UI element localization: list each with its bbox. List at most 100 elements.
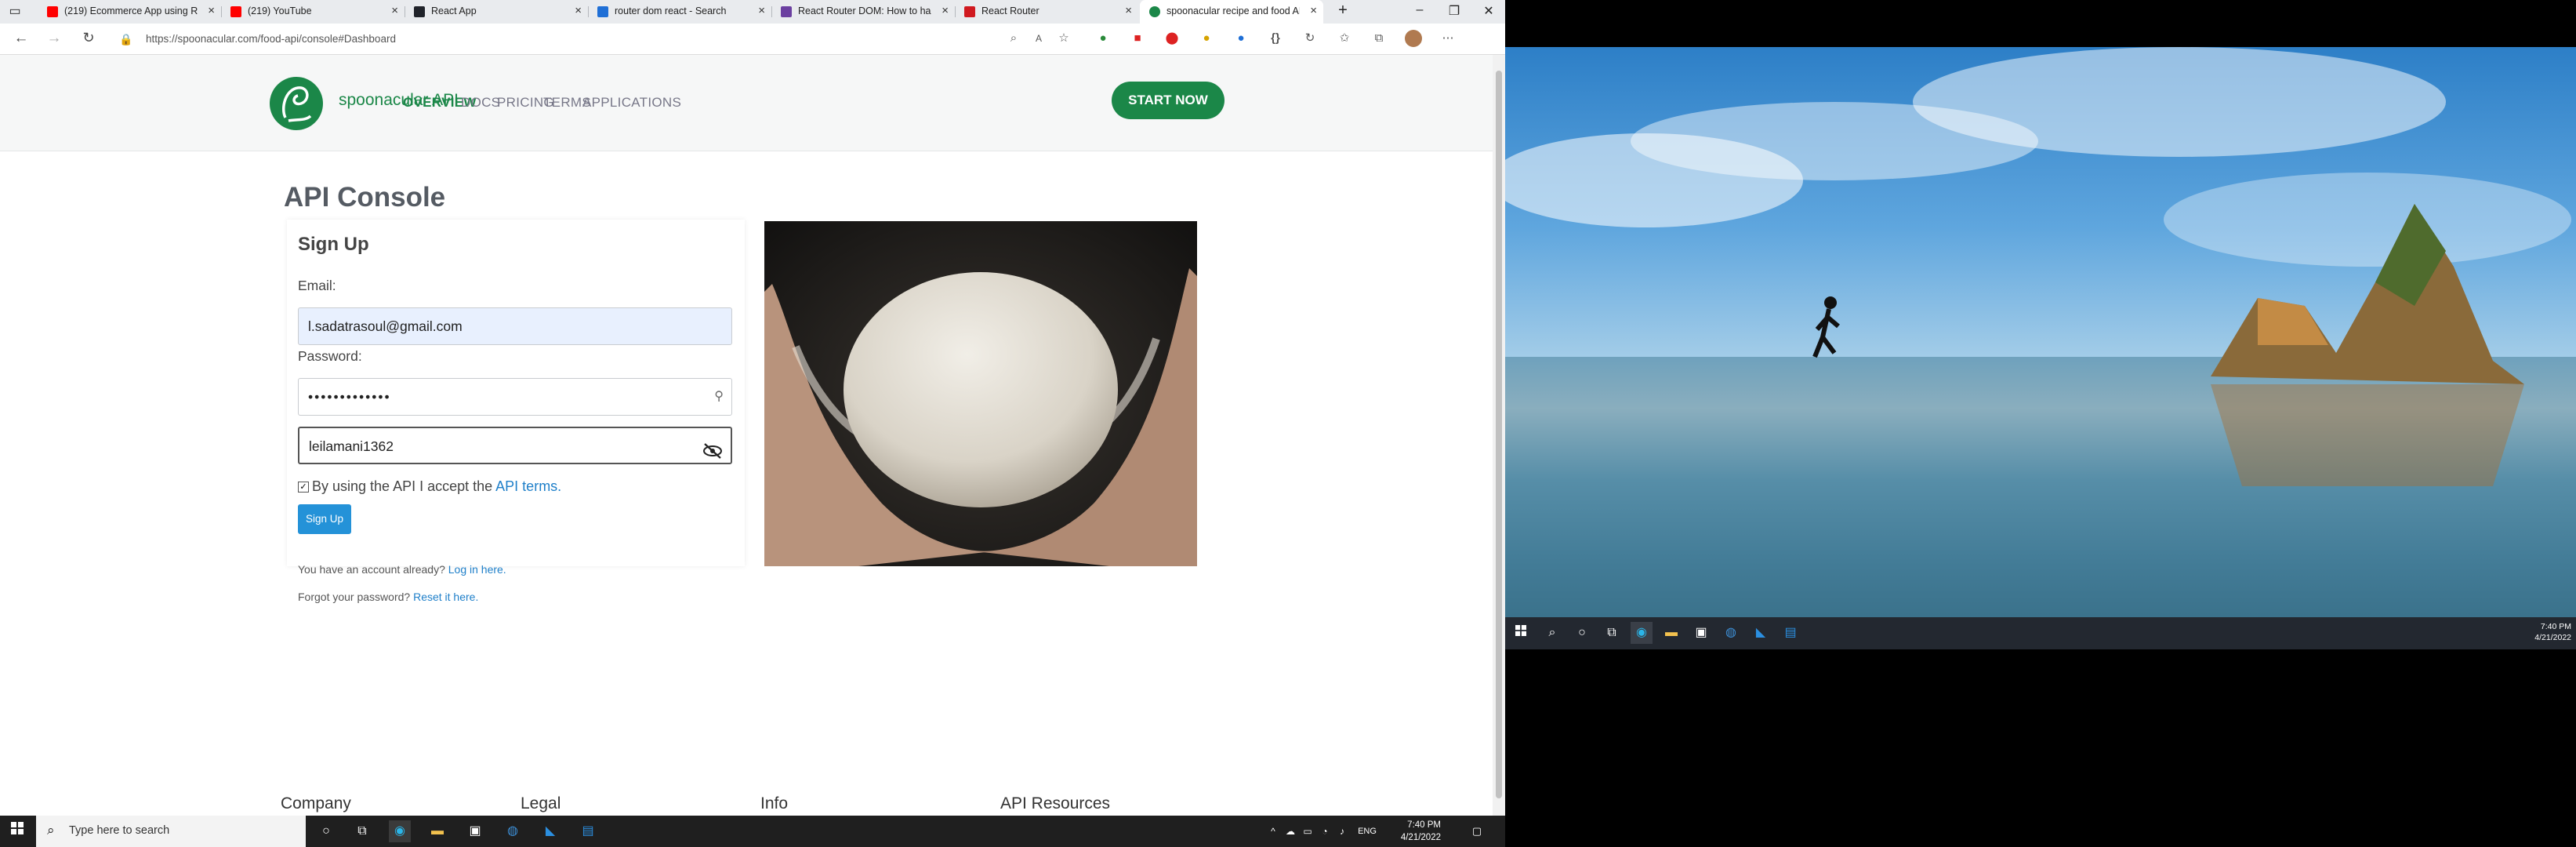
vscode-icon[interactable]: ◣ — [539, 820, 561, 842]
task-view-icon[interactable]: ⧉ — [351, 820, 373, 842]
tab-router-dom[interactable]: React Router DOM: How to han × — [771, 0, 955, 24]
language-indicator[interactable]: ENG — [1353, 820, 1381, 842]
tab-title: (219) Ecommerce App using Rea — [64, 5, 198, 16]
favorite-add-icon[interactable]: ☆ — [1055, 30, 1072, 47]
back-icon[interactable]: ← — [11, 30, 31, 47]
store-icon[interactable]: ▣ — [1690, 622, 1712, 644]
login-prompt: You have an account already? Log in here… — [298, 563, 506, 576]
address-bar[interactable]: https://spoonacular.com/food-api/console… — [146, 33, 396, 45]
cortana-icon[interactable]: ○ — [1571, 622, 1593, 644]
page-scrollbar[interactable] — [1493, 55, 1505, 816]
login-link[interactable]: Log in here. — [448, 563, 506, 576]
notification-icon[interactable]: ▢ — [1466, 820, 1488, 842]
clock-date: 4/21/2022 — [2534, 633, 2571, 642]
tab-title: React App — [431, 5, 477, 16]
tab-bing-search[interactable]: router dom react - Search × — [588, 0, 771, 24]
close-icon[interactable]: × — [575, 4, 582, 17]
beach-scene — [1505, 47, 2576, 617]
extension-icon[interactable]: ● — [1094, 30, 1112, 47]
react-icon — [414, 6, 425, 17]
tab-react-app[interactable]: React App × — [405, 0, 588, 24]
tab-youtube[interactable]: (219) YouTube × — [221, 0, 405, 24]
task-view-icon[interactable]: ⧉ — [1601, 622, 1623, 644]
secondary-taskbar: ⌕ ○ ⧉ ◉ ▬ ▣ ◍ ◣ ▤ 7:40 PM 4/21/2022 — [1505, 617, 2576, 649]
scrollbar-thumb[interactable] — [1496, 71, 1502, 798]
restore-icon[interactable]: ❐ — [1442, 3, 1466, 19]
taskbar-clock[interactable]: 7:40 PM 4/21/2022 — [1386, 819, 1441, 844]
email-field[interactable]: l.sadatrasoul@gmail.com — [298, 307, 732, 345]
terms-checkbox[interactable]: ✓ — [298, 482, 309, 493]
password-reveal-field[interactable]: leilamani1362 — [298, 427, 732, 464]
clock-time: 7:40 PM — [2540, 622, 2571, 631]
cortana-icon[interactable]: ○ — [315, 820, 337, 842]
password-masked-value: ••••••••••••• — [308, 389, 391, 405]
api-terms-link[interactable]: API terms. — [495, 478, 561, 494]
close-icon[interactable]: × — [391, 4, 398, 17]
forward-icon[interactable]: → — [44, 30, 64, 47]
email-label: Email: — [298, 278, 336, 293]
eye-slash-icon[interactable] — [702, 437, 723, 473]
sync-icon[interactable]: ↻ — [1301, 30, 1319, 47]
search-placeholder: Type here to search — [69, 824, 170, 837]
close-icon[interactable]: × — [758, 4, 765, 17]
app-window-icon[interactable]: ▤ — [1780, 622, 1801, 644]
windows-start-icon[interactable] — [6, 820, 28, 842]
volume-icon[interactable]: ♪ — [1331, 820, 1353, 842]
password-manager-icon[interactable]: ⚲ — [714, 379, 724, 415]
search-icon[interactable]: ⌕ — [1541, 622, 1563, 644]
close-window-icon[interactable]: ✕ — [1477, 3, 1500, 19]
tab-title: spoonacular recipe and food AP — [1166, 5, 1300, 16]
app-icon[interactable]: ◍ — [502, 820, 524, 842]
adblock-icon[interactable]: ⬤ — [1163, 30, 1181, 47]
site-header: spoonacular API OVERVIEW DOCS PRICING TE… — [0, 55, 1493, 151]
refresh-icon[interactable]: ↻ — [78, 30, 99, 46]
nav-applications[interactable]: APPLICATIONS — [582, 95, 681, 111]
search-icon[interactable]: ⌕ — [1005, 30, 1022, 47]
tab-strip: ▭ (219) Ecommerce App using Rea × (219) … — [0, 0, 1505, 24]
avatar[interactable] — [1405, 30, 1422, 47]
taskbar-clock[interactable]: 7:40 PM 4/21/2022 — [2509, 621, 2571, 643]
bing-icon — [597, 6, 608, 17]
collections-icon[interactable]: ⧉ — [1370, 30, 1388, 47]
clock-time: 7:40 PM — [1407, 820, 1441, 830]
tab-react-router[interactable]: React Router × — [955, 0, 1138, 24]
start-now-button[interactable]: START NOW — [1112, 82, 1225, 119]
terms-label: By using the API I accept the — [312, 478, 493, 494]
edge-icon[interactable]: ◉ — [1631, 622, 1653, 644]
spoonacular-logo[interactable] — [270, 77, 323, 130]
app-window-icon[interactable]: ▤ — [577, 820, 599, 842]
close-icon[interactable]: × — [1125, 4, 1132, 17]
taskbar-search[interactable]: ⌕ Type here to search — [36, 816, 306, 847]
pdf-extension-icon[interactable]: ■ — [1129, 30, 1146, 47]
close-icon[interactable]: × — [942, 4, 949, 17]
tab-actions-icon[interactable]: ▭ — [3, 3, 27, 19]
store-icon[interactable]: ▣ — [464, 820, 486, 842]
file-explorer-icon[interactable]: ▬ — [1660, 622, 1682, 644]
read-aloud-icon[interactable]: A — [1030, 30, 1047, 47]
app-icon[interactable]: ◍ — [1720, 622, 1742, 644]
password-field[interactable]: ••••••••••••• ⚲ — [298, 378, 732, 416]
tab-ecommerce[interactable]: (219) Ecommerce App using Rea × — [38, 0, 221, 24]
tab-spoonacular[interactable]: spoonacular recipe and food AP × — [1140, 0, 1323, 24]
clock-date: 4/21/2022 — [1400, 833, 1441, 842]
reset-text: Forgot your password? — [298, 591, 411, 603]
extension-icon[interactable]: ● — [1232, 30, 1250, 47]
sign-up-button[interactable]: Sign Up — [298, 504, 351, 534]
json-extension-icon[interactable]: {} — [1267, 30, 1284, 47]
file-explorer-icon[interactable]: ▬ — [426, 820, 448, 842]
close-icon[interactable]: × — [208, 4, 215, 17]
new-tab-button[interactable]: + — [1331, 2, 1355, 20]
minimize-icon[interactable]: – — [1408, 3, 1431, 17]
desktop-wallpaper: ⌕ ○ ⧉ ◉ ▬ ▣ ◍ ◣ ▤ 7:40 PM 4/21/2022 — [1505, 47, 2576, 649]
close-icon[interactable]: × — [1310, 4, 1317, 17]
edge-icon[interactable]: ◉ — [389, 820, 411, 842]
lock-icon[interactable]: 🔒 — [116, 33, 136, 46]
extension-icon[interactable]: ● — [1198, 30, 1215, 47]
windows-start-icon[interactable] — [1510, 622, 1532, 644]
vscode-icon[interactable]: ◣ — [1750, 622, 1772, 644]
reset-link[interactable]: Reset it here. — [413, 591, 478, 603]
nav-docs[interactable]: DOCS — [461, 95, 500, 111]
favorites-icon[interactable]: ✩ — [1336, 30, 1353, 47]
more-menu-icon[interactable]: ⋯ — [1439, 30, 1457, 47]
tab-title: React Router — [981, 5, 1039, 16]
